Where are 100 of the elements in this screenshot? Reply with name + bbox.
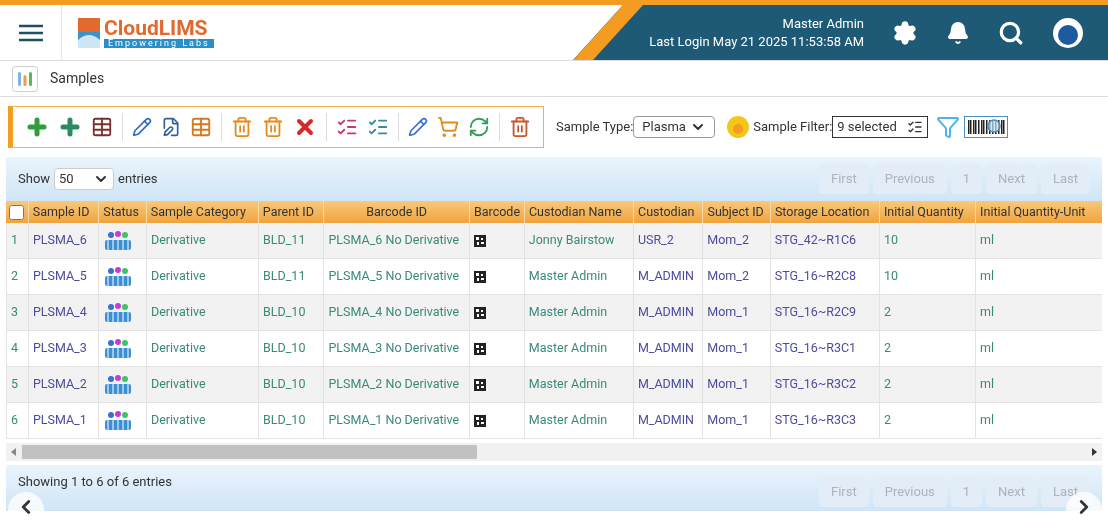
last-login: Last Login May 21 2025 11:53:58 AM (649, 32, 864, 51)
table-cell: STG_16~R3C1 (774, 339, 857, 358)
table-cell[interactable]: PLSMA_1 (32, 411, 87, 430)
table-cell: USR_2 (637, 231, 674, 250)
sample-rack-icon (103, 229, 134, 252)
table-cell: Mom_1 (707, 303, 749, 322)
search-icon[interactable] (998, 19, 1024, 46)
table-cell: Master Admin (528, 411, 608, 430)
table-cell: Mom_2 (707, 267, 749, 286)
user-name: Master Admin (782, 14, 864, 33)
table-cell: ml (980, 375, 995, 394)
table-cell: PLSMA_1 No Derivative (328, 411, 460, 430)
table-cell: Mom_2 (707, 231, 749, 250)
table-cell: M_ADMIN (637, 375, 695, 394)
list-edit-icon[interactable] (161, 117, 181, 137)
row-number: 4 (11, 339, 19, 358)
scrollbar-thumb[interactable] (22, 445, 477, 459)
table-cell: Mom_1 (707, 411, 749, 430)
row-number: 6 (11, 411, 19, 430)
table-cell: PLSMA_3 No Derivative (328, 339, 460, 358)
table-cell: ml (980, 339, 995, 358)
table-cell: Master Admin (528, 303, 608, 322)
checklist-icon (907, 119, 924, 135)
table-cell: PLSMA_5 No Derivative (328, 267, 460, 286)
table-cell: ml (980, 411, 995, 430)
sample-filter-icon (727, 116, 750, 138)
table-cell: ml (980, 303, 995, 322)
user-avatar-icon[interactable] (1052, 16, 1084, 49)
select-all-checkbox[interactable] (9, 204, 25, 220)
sample-type-label: Sample Type: (556, 118, 634, 137)
table-info: Showing 1 to 6 of 6 entries (18, 473, 172, 492)
menu-icon[interactable] (17, 23, 44, 42)
barcode-icon (474, 342, 487, 355)
settings-icon[interactable] (892, 19, 918, 46)
table-cell[interactable]: PLSMA_3 (32, 339, 87, 358)
table-cell: STG_16~R2C9 (774, 303, 857, 322)
table-cell: 2 (883, 339, 891, 358)
sample-rack-icon (103, 409, 134, 432)
table-cell: Derivative (150, 339, 206, 358)
swap-icon[interactable] (468, 116, 490, 138)
table-cell: 10 (883, 267, 898, 286)
barcode-search-icon[interactable] (964, 116, 1009, 138)
table-cell: PLSMA_6 No Derivative (328, 231, 460, 250)
logo-text: CloudLIMS (104, 17, 209, 39)
table-cell[interactable]: PLSMA_6 (32, 231, 87, 250)
table-cell: Master Admin (528, 375, 608, 394)
logo-icon (78, 17, 100, 48)
table-cell: 10 (883, 231, 898, 250)
page-title: Samples (50, 69, 105, 88)
table-cell: 2 (883, 411, 891, 430)
table-cell: Master Admin (528, 267, 608, 286)
sample-rack-icon (103, 265, 134, 288)
table-cell: ml (980, 231, 995, 250)
table-cell: STG_16~R3C3 (774, 411, 857, 430)
table-cell: M_ADMIN (637, 411, 695, 430)
table-cell: M_ADMIN (637, 267, 695, 286)
table-cell: Jonny Bairstow (528, 231, 615, 250)
sample-type-select[interactable]: Plasma (633, 116, 716, 138)
sample-filter-label: Sample Filter: (753, 118, 833, 137)
table-cell: Derivative (150, 231, 206, 250)
table-cell: STG_42~R1C6 (774, 231, 857, 250)
sample-rack-icon (103, 373, 134, 396)
table-cell: Mom_1 (707, 339, 749, 358)
table-cell: 2 (883, 375, 891, 394)
table-cell: M_ADMIN (637, 339, 695, 358)
table-cell: PLSMA_4 No Derivative (328, 303, 460, 322)
logo-tagline: Empowering Labs (104, 38, 214, 48)
barcode-icon (474, 234, 487, 247)
table-cell: 2 (883, 303, 891, 322)
edit-icon[interactable] (132, 117, 152, 137)
sample-filter-select[interactable]: 9 selected (832, 116, 929, 138)
table-cell[interactable]: PLSMA_2 (32, 375, 87, 394)
show-label: Show (18, 170, 51, 189)
table-cell: BLD_11 (263, 231, 306, 250)
barcode-icon (474, 270, 487, 283)
table-cell: Derivative (150, 303, 206, 322)
table-cell: M_ADMIN (637, 303, 695, 322)
table-cell: Derivative (150, 375, 206, 394)
table-cell: BLD_10 (263, 339, 306, 358)
entries-label: entries (118, 170, 158, 189)
table-cell: BLD_10 (263, 411, 306, 430)
test-tubes-icon (12, 65, 38, 92)
table-cell: BLD_10 (263, 303, 306, 322)
table-cell[interactable]: PLSMA_5 (32, 267, 87, 286)
table-cell: PLSMA_2 No Derivative (328, 375, 460, 394)
sample-rack-icon (103, 301, 134, 324)
barcode-icon (474, 378, 487, 391)
table-cell: BLD_11 (263, 267, 306, 286)
table-cell: Mom_1 (707, 375, 749, 394)
table-cell[interactable]: PLSMA_4 (32, 303, 87, 322)
table-edit-icon[interactable] (190, 116, 212, 138)
table-import-icon[interactable] (91, 116, 113, 138)
table-cell: ml (980, 267, 995, 286)
cart-icon[interactable] (437, 116, 459, 138)
row-number: 1 (11, 231, 19, 250)
add-icon[interactable] (25, 115, 49, 139)
barcode-icon (474, 414, 487, 427)
page-length-select[interactable]: 50 (54, 168, 115, 190)
table-cell: Derivative (150, 267, 206, 286)
bell-icon[interactable] (946, 20, 970, 45)
